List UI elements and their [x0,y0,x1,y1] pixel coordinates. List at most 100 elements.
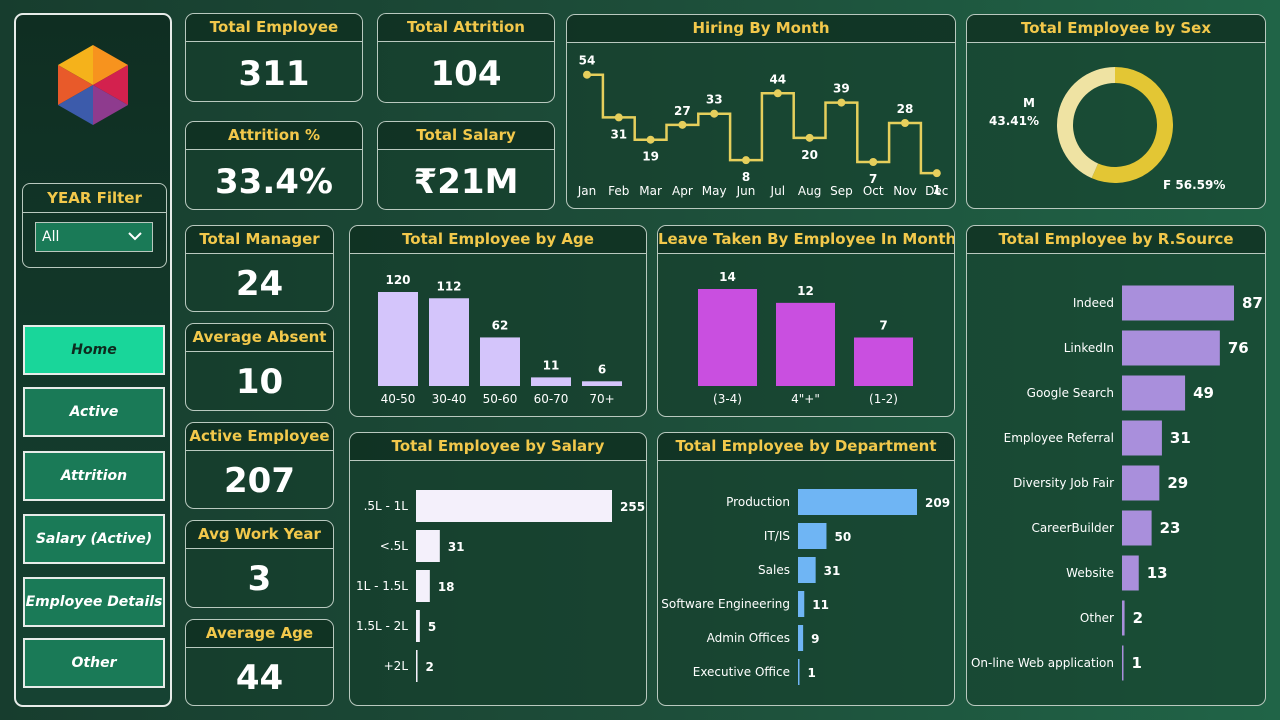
kpi-title: Attrition % [186,122,362,150]
salary-bar [416,530,440,562]
kpi-title: Total Salary [378,122,554,150]
age-data-label: 62 [492,318,509,332]
hiring-point [805,133,814,142]
kpi-value: 207 [224,461,295,501]
chart-title: Total Employee by Department [658,433,954,461]
source-category-label: Google Search [1027,386,1114,400]
hiring-data-label: 19 [642,150,659,164]
hiring-point [773,89,782,98]
department-category-label: Admin Offices [707,631,790,645]
salary-data-label: 18 [438,580,455,594]
kpi-value: ₹21M [413,162,519,202]
hiring-month-label: Mar [639,184,662,198]
nav-home-button[interactable]: Home [23,325,165,375]
kpi-title: Total Attrition [378,14,554,42]
kpi-total-attrition: Total Attrition 104 [377,13,555,103]
department-category-label: IT/IS [764,529,790,543]
kpi-title: Avg Work Year [186,521,333,549]
department-category-label: Sales [758,563,790,577]
age-data-label: 6 [598,362,606,376]
nav-attrition-button[interactable]: Attrition [23,451,165,501]
chart-title: Total Employee by Sex [967,15,1265,43]
chevron-down-icon [126,227,144,249]
kpi-value: 311 [238,54,310,94]
chart-title: Hiring By Month [567,15,955,43]
kpi-value: 33.4% [215,162,333,202]
nav-salary-active-button[interactable]: Salary (Active) [23,514,165,564]
kpi-avg-work-year: Avg Work Year 3 [185,520,334,608]
source-bar-chart: Indeed 87 LinkedIn 76 Google Search 49 Employe… [971,285,1263,681]
department-data-label: 31 [824,564,841,578]
hiring-month-label: Nov [893,184,916,198]
chart-employee-by-source: Total Employee by R.Source Indeed 87 Linke… [966,225,1266,706]
hiring-point [901,119,909,127]
source-data-label: 13 [1147,564,1168,582]
salary-bar [416,570,430,602]
salary-data-label: 31 [448,540,465,554]
hiring-month-label: Jan [577,184,597,198]
hiring-month-label: Apr [672,184,693,198]
age-bar [429,298,469,386]
source-bar [1122,285,1234,321]
hiring-data-label: 20 [801,148,818,162]
source-category-label: CareerBuilder [1031,521,1114,535]
salary-category-label: +2L [384,659,409,673]
hiring-point [710,109,719,118]
salary-bar [416,650,418,682]
nav-active-button[interactable]: Active [23,387,165,437]
source-category-label: Diversity Job Fair [1013,476,1114,490]
department-bar [798,489,917,515]
department-bar [798,523,827,549]
kpi-total-salary: Total Salary ₹21M [377,121,555,210]
hiring-series-line [587,73,937,175]
hiring-data-label: 44 [769,72,786,86]
year-select-value: All [42,229,60,245]
leave-category-label: (3-4) [713,392,742,406]
source-category-label: LinkedIn [1064,341,1114,355]
kpi-title: Active Employee [186,423,333,451]
kpi-title: Average Age [186,620,333,648]
leave-data-label: 14 [719,270,736,284]
source-data-label: 2 [1133,609,1143,627]
sex-donut-chart: M 43.41% F 56.59% [989,67,1225,192]
source-data-label: 87 [1242,294,1263,312]
source-bar [1122,420,1162,456]
department-bar [798,557,816,583]
source-bar [1122,600,1125,636]
chart-title: Leave Taken By Employee In Month [658,226,954,254]
age-bar [480,337,520,386]
hiring-point [869,158,878,166]
department-category-label: Executive Office [693,665,790,679]
source-bar [1122,330,1220,366]
hiring-data-label: 39 [833,82,850,96]
chart-employee-by-age: Total Employee by Age 120 40-50 112 30-40 62… [349,225,647,417]
kpi-value: 3 [247,559,272,599]
source-category-label: Indeed [1073,296,1114,310]
nav-other-button[interactable]: Other [23,638,165,688]
age-category-label: 70+ [589,392,614,406]
kpi-value: 44 [235,658,284,698]
year-select[interactable]: All [35,222,153,252]
hiring-month-label: Jun [736,184,756,198]
age-data-label: 120 [385,273,410,287]
department-data-label: 50 [834,530,851,544]
department-bar-chart: Production 209 IT/IS 50 Sales 31 Software Engi… [661,489,950,685]
department-data-label: 11 [812,598,829,612]
age-bar [531,377,571,386]
kpi-value: 104 [430,54,502,94]
salary-category-label: <.5L [380,539,409,553]
department-bar [798,591,805,617]
age-bar [582,381,622,386]
hiring-point [678,120,687,129]
hiring-month-label: Sep [830,184,853,198]
kpi-value: 24 [235,264,284,304]
nav-employee-details-button[interactable]: Employee Details [23,577,165,627]
source-category-label: On-line Web application [971,656,1114,670]
source-bar [1122,465,1160,501]
chart-leave-taken: Leave Taken By Employee In Month 14 (3-4)… [657,225,955,417]
age-category-label: 50-60 [483,392,518,406]
hiring-point [614,113,623,122]
source-data-label: 31 [1170,429,1191,447]
kpi-active-employee: Active Employee 207 [185,422,334,509]
source-data-label: 1 [1132,654,1142,672]
